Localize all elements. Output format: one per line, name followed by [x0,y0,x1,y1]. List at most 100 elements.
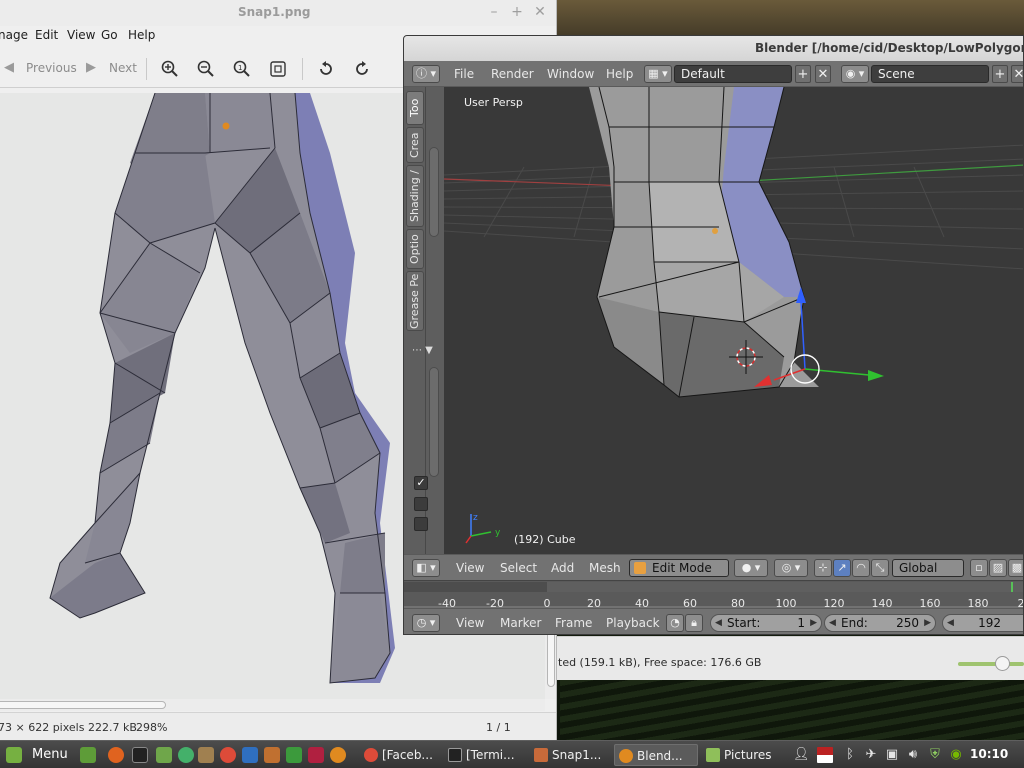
impress-icon[interactable] [264,747,280,763]
checkbox-2[interactable] [414,497,428,511]
task-facebook[interactable]: [Faceb... [360,744,438,766]
transform-orientation-select[interactable]: Global [892,559,964,577]
decrement-arrow-icon[interactable]: ◀ [829,615,836,631]
decrement-arrow-icon[interactable]: ◀ [715,615,722,631]
previous-button[interactable]: Previous [26,61,77,75]
menu-marker[interactable]: Marker [500,616,541,630]
face-select-icon[interactable]: ▩ [1008,559,1023,577]
writer-icon[interactable] [242,747,258,763]
rotate-right-icon[interactable] [350,57,374,81]
task-image-viewer[interactable]: Snap1... [530,744,610,766]
next-button[interactable]: Next [109,61,137,75]
tab-grease-pencil[interactable]: Grease Pe [406,271,424,331]
editor-type-info-icon[interactable]: ⓘ ▾ [412,65,440,83]
show-desktop-icon[interactable] [80,747,96,763]
tool-shelf-scrollbar[interactable] [429,147,439,237]
edge-select-icon[interactable]: ▨ [989,559,1007,577]
increment-arrow-icon[interactable]: ▶ [810,615,817,631]
scene-field[interactable]: Scene [871,65,989,83]
previous-arrow-icon[interactable]: ◀ [4,60,14,75]
increment-arrow-icon[interactable]: ▶ [924,615,931,631]
zoom-in-icon[interactable] [158,57,182,81]
menu-file[interactable]: File [454,67,474,81]
zoom-fit-icon[interactable] [266,57,290,81]
checkbox-1[interactable]: ✓ [414,476,428,490]
remove-layout-icon[interactable]: ✕ [815,65,831,83]
menu-help[interactable]: Help [128,28,155,42]
menu-playback[interactable]: Playback [606,616,660,630]
pivot-point-icon[interactable]: ◎ ▾ [774,559,808,577]
menu-edit[interactable]: Edit [35,28,58,42]
zoom-normal-icon[interactable]: 1 [230,57,254,81]
app-launcher-icon[interactable] [198,747,214,763]
viewer-horizontal-scrollbar[interactable] [0,699,545,711]
firefox-icon[interactable] [108,747,124,763]
screen-layout-field[interactable]: Default [674,65,792,83]
volume-icon[interactable]: 🔊︎ [905,747,921,763]
file-manager-zoom-slider[interactable] [958,656,1024,671]
add-scene-icon[interactable]: + [992,65,1008,83]
clock[interactable]: 10:10 [970,747,1008,761]
user-icon[interactable]: 👤︎ [793,747,810,763]
tab-create[interactable]: Crea [406,127,424,163]
menu-image[interactable]: nage [0,28,28,42]
zoom-out-icon[interactable] [194,57,218,81]
keying-set-icon[interactable]: ◔ [666,614,684,632]
menu-render[interactable]: Render [491,67,534,81]
rotate-manipulator-icon[interactable]: ◠ [852,559,870,577]
menu-view[interactable]: View [456,561,484,575]
lock-icon[interactable]: 🔒︎ [685,614,703,632]
maximize-button[interactable]: + [509,4,525,20]
task-blender[interactable]: Blend... [614,744,698,766]
add-layout-icon[interactable]: + [795,65,811,83]
task-terminal[interactable]: [Termi... [444,744,526,766]
start-menu-button[interactable]: Menu [4,744,70,766]
game-icon[interactable] [308,747,324,763]
menu-help[interactable]: Help [606,67,633,81]
network-icon[interactable]: ✈ [863,747,879,763]
blender-titlebar[interactable]: Blender [/home/cid/Desktop/LowPolygonMar [404,36,1023,61]
next-arrow-icon[interactable]: ▶ [86,60,96,75]
removable-drive-icon[interactable]: ▣ [884,747,900,763]
update-shield-icon[interactable]: ⛨ [927,747,943,763]
manipulator-toggle-icon[interactable]: ⊹ [814,559,832,577]
menu-frame[interactable]: Frame [555,616,592,630]
menu-window[interactable]: Window [547,67,594,81]
calc-icon[interactable] [286,747,302,763]
terminal-icon[interactable] [132,747,148,763]
scene-icon[interactable]: ◉ ▾ [841,65,869,83]
software-center-icon[interactable] [178,747,194,763]
remove-scene-icon[interactable]: ✕ [1011,65,1023,83]
menu-timeline-view[interactable]: View [456,616,484,630]
menu-go[interactable]: Go [101,28,118,42]
vertex-select-icon[interactable]: ▫ [970,559,988,577]
tab-tools[interactable]: Too [406,91,424,125]
rotate-left-icon[interactable] [314,57,338,81]
translate-manipulator-icon[interactable]: ↗ [833,559,851,577]
end-frame-field[interactable]: ◀ End: 250 ▶ [824,614,936,632]
blender-launcher-icon[interactable] [330,747,346,763]
tab-shading[interactable]: Shading / [406,165,424,227]
start-frame-field[interactable]: ◀ Start: 1 ▶ [710,614,822,632]
menu-select[interactable]: Select [500,561,537,575]
chrome-icon[interactable] [220,747,236,763]
tab-options[interactable]: Optio [406,229,424,269]
keyboard-layout-flag-icon[interactable] [817,747,833,763]
bluetooth-icon[interactable]: ᛒ [842,747,858,763]
checkbox-3[interactable] [414,517,428,531]
panel-collapse-icon[interactable]: ⋯ ▼ [412,345,433,356]
screen-layout-icon[interactable]: ▦ ▾ [644,65,672,83]
timeline-ruler[interactable]: -40 -20 0 20 40 60 80 100 120 140 160 18… [404,580,1023,610]
decrement-arrow-icon[interactable]: ◀ [947,615,954,631]
editor-type-3d-icon[interactable]: ◧ ▾ [412,559,440,577]
tool-shelf-scrollbar-lower[interactable] [429,367,439,477]
files-icon[interactable] [156,747,172,763]
task-pictures[interactable]: Pictures [702,744,784,766]
minimize-button[interactable]: – [486,4,502,20]
viewport-shading-icon[interactable]: ● ▾ [734,559,768,577]
3d-viewport[interactable]: z y User Persp (192) Cube [444,87,1023,554]
current-frame-field[interactable]: ◀ 192 [942,614,1023,632]
menu-mesh[interactable]: Mesh [589,561,621,575]
horizontal-scroll-thumb[interactable] [0,701,166,709]
nvidia-icon[interactable]: ◉ [948,747,964,763]
